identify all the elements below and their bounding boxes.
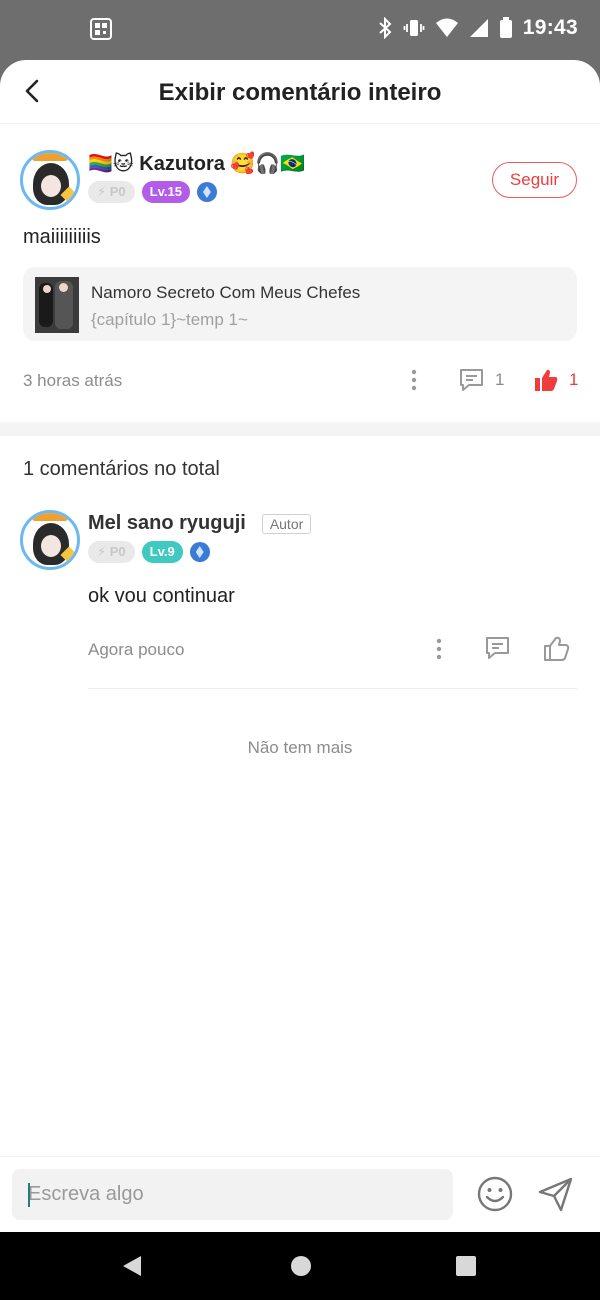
nav-recents-icon[interactable] xyxy=(454,1254,478,1278)
bluetooth-icon xyxy=(379,17,392,39)
reply-avatar[interactable] xyxy=(20,510,80,570)
author-tag: Autor xyxy=(261,513,312,534)
system-nav-bar xyxy=(0,1232,600,1300)
work-title: Namoro Secreto Com Meus Chefes xyxy=(91,283,361,302)
comment-icon xyxy=(460,369,483,391)
post-time: 3 horas atrás xyxy=(23,371,123,390)
comments-total: 1 comentários no total xyxy=(23,458,220,480)
like-button[interactable]: 1 xyxy=(533,367,578,393)
post-author-name[interactable]: 🏳️‍🌈🐱 Kazutora 🥰🎧🇧🇷 xyxy=(88,151,305,176)
follow-button[interactable]: Seguir xyxy=(492,162,577,198)
reply-more-options-button[interactable] xyxy=(429,637,449,661)
points-badge: ⚡ P0 xyxy=(88,181,135,203)
comment-detail-sheet: Exibir comentário inteiro 🏳️‍🌈🐱 Kazutora… xyxy=(0,60,600,1232)
comment-input[interactable] xyxy=(12,1169,453,1220)
thumbs-up-filled-icon xyxy=(535,369,558,391)
post-meta-row: 3 horas atrás 1 1 xyxy=(0,360,600,400)
vibrate-icon xyxy=(403,20,425,36)
level-badge: Lv.15 xyxy=(141,181,190,203)
points-badge: ⚡ P0 xyxy=(88,541,135,563)
reply-comment-button[interactable] xyxy=(484,635,511,661)
reply-author-badges: ⚡ P0 Lv.9 xyxy=(88,541,210,563)
nav-back-icon[interactable] xyxy=(120,1254,144,1278)
text-caret xyxy=(28,1183,30,1207)
gem-badge-icon xyxy=(196,182,217,202)
status-time: 19:43 xyxy=(522,16,578,39)
status-bar: 19:43 xyxy=(0,0,600,60)
more-options-button[interactable] xyxy=(404,368,424,392)
gem-badge-icon xyxy=(189,542,210,562)
more-vertical-icon xyxy=(411,369,417,391)
avatar[interactable] xyxy=(20,150,80,210)
work-cover-image xyxy=(35,277,79,333)
signal-icon xyxy=(469,19,488,37)
section-divider xyxy=(0,422,600,436)
work-chapter: {capítulo 1}~temp 1~ xyxy=(91,310,248,329)
work-card[interactable]: Namoro Secreto Com Meus Chefes {capítulo… xyxy=(23,267,577,341)
reply-like-button[interactable] xyxy=(543,635,570,662)
like-count: 1 xyxy=(569,370,579,389)
more-vertical-icon xyxy=(436,638,442,660)
reply-author-name[interactable]: Mel sano ryuguji xyxy=(88,512,246,535)
level-badge: Lv.9 xyxy=(141,541,183,563)
end-of-list-label: Não tem mais xyxy=(247,738,353,757)
qr-icon xyxy=(90,18,112,40)
nav-home-icon[interactable] xyxy=(289,1254,313,1278)
wifi-icon xyxy=(435,18,458,37)
comment-composer xyxy=(0,1156,600,1232)
thumbs-up-icon xyxy=(544,636,570,661)
page-title: Exibir comentário inteiro xyxy=(158,79,442,106)
reply-time: Agora pouco xyxy=(88,640,185,659)
comment-button[interactable]: 1 xyxy=(458,367,504,393)
post-author-badges: ⚡ P0 Lv.15 xyxy=(88,181,217,203)
reply-text: ok vou continuar xyxy=(88,585,235,607)
smiley-icon[interactable] xyxy=(476,1175,514,1213)
battery-icon xyxy=(499,17,512,38)
comment-icon xyxy=(486,637,509,659)
reply-header: Mel sano ryuguji Autor xyxy=(88,512,312,535)
post-text: maiiiiiiiiis xyxy=(23,226,101,248)
comment-count: 1 xyxy=(495,370,505,389)
send-icon[interactable] xyxy=(537,1175,575,1213)
header: Exibir comentário inteiro xyxy=(0,60,600,124)
reply-divider xyxy=(88,688,577,689)
